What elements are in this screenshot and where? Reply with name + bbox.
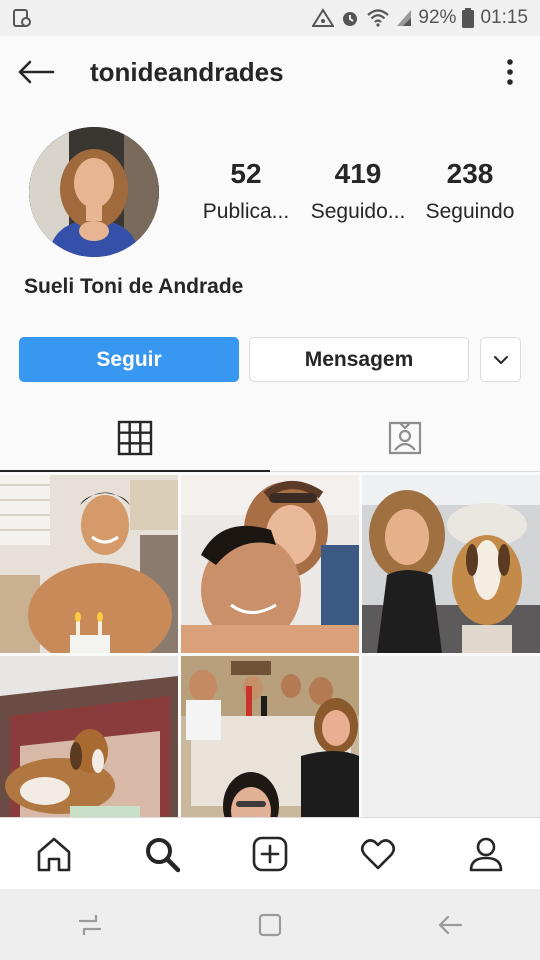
home-square-icon bbox=[258, 913, 282, 936]
post-thumbnail[interactable] bbox=[0, 656, 178, 834]
nav-profile[interactable] bbox=[432, 818, 540, 889]
nav-home[interactable] bbox=[0, 818, 108, 889]
grid-icon bbox=[117, 420, 153, 455]
post-empty-slot bbox=[362, 656, 540, 834]
bottom-navigation bbox=[0, 817, 540, 889]
suggestions-dropdown-button[interactable] bbox=[480, 337, 521, 382]
following-label: Seguindo bbox=[425, 200, 515, 223]
nav-new-post[interactable] bbox=[216, 818, 324, 889]
recent-apps-button[interactable] bbox=[0, 889, 180, 960]
profile-header: tonideandrades bbox=[0, 36, 540, 108]
posts-grid bbox=[0, 475, 540, 834]
followers-stat[interactable]: 419 Seguido... bbox=[302, 158, 414, 224]
back-button[interactable] bbox=[0, 36, 72, 108]
recent-apps-icon bbox=[79, 914, 101, 935]
nav-activity[interactable] bbox=[324, 818, 432, 889]
signal-icon bbox=[396, 9, 412, 27]
avatar[interactable] bbox=[29, 127, 159, 257]
following-count: 238 bbox=[446, 158, 494, 189]
username-title: tonideandrades bbox=[90, 56, 284, 87]
profile-full-name: Sueli Toni de Andrade bbox=[24, 275, 244, 298]
tab-grid[interactable] bbox=[0, 404, 270, 472]
follow-button[interactable]: Seguir bbox=[19, 337, 239, 382]
battery-icon bbox=[462, 8, 475, 28]
followers-count: 419 bbox=[334, 158, 382, 189]
post-thumbnail[interactable] bbox=[181, 656, 359, 834]
search-icon bbox=[146, 837, 181, 872]
profile-stats: 52 Publica... 419 Seguido... 238 Seguind… bbox=[190, 158, 526, 224]
posts-stat: 52 Publica... bbox=[190, 158, 302, 224]
home-icon bbox=[37, 837, 71, 871]
profile-icon bbox=[469, 837, 503, 871]
chevron-down-icon bbox=[493, 355, 508, 364]
tab-tagged[interactable] bbox=[270, 404, 540, 471]
back-system-icon bbox=[438, 915, 463, 934]
followers-label: Seguido... bbox=[310, 200, 406, 223]
profile-tabs bbox=[0, 404, 540, 472]
posts-count: 52 bbox=[230, 158, 262, 189]
activity-heart-icon bbox=[360, 838, 396, 869]
back-arrow-icon bbox=[18, 60, 55, 84]
system-navigation bbox=[0, 889, 540, 960]
post-thumbnail[interactable] bbox=[181, 475, 359, 653]
wifi-icon bbox=[366, 8, 390, 28]
more-options-button[interactable] bbox=[480, 36, 540, 108]
status-bar: 92% 01:15 bbox=[0, 0, 540, 36]
nav-search[interactable] bbox=[108, 818, 216, 889]
notification-icon bbox=[12, 8, 32, 28]
home-system-button[interactable] bbox=[180, 889, 360, 960]
message-button[interactable]: Mensagem bbox=[249, 337, 469, 382]
data-saver-icon bbox=[312, 8, 335, 28]
back-system-button[interactable] bbox=[360, 889, 540, 960]
post-thumbnail[interactable] bbox=[362, 475, 540, 653]
tagged-icon bbox=[388, 421, 422, 454]
post-thumbnail[interactable] bbox=[0, 475, 178, 653]
battery-percent: 92% bbox=[418, 7, 457, 28]
add-post-icon bbox=[252, 836, 288, 871]
alarm-icon bbox=[340, 8, 360, 28]
following-stat[interactable]: 238 Seguindo bbox=[414, 158, 526, 224]
posts-label: Publica... bbox=[202, 200, 290, 223]
clock: 01:15 bbox=[480, 7, 528, 28]
more-vertical-icon bbox=[507, 59, 513, 85]
